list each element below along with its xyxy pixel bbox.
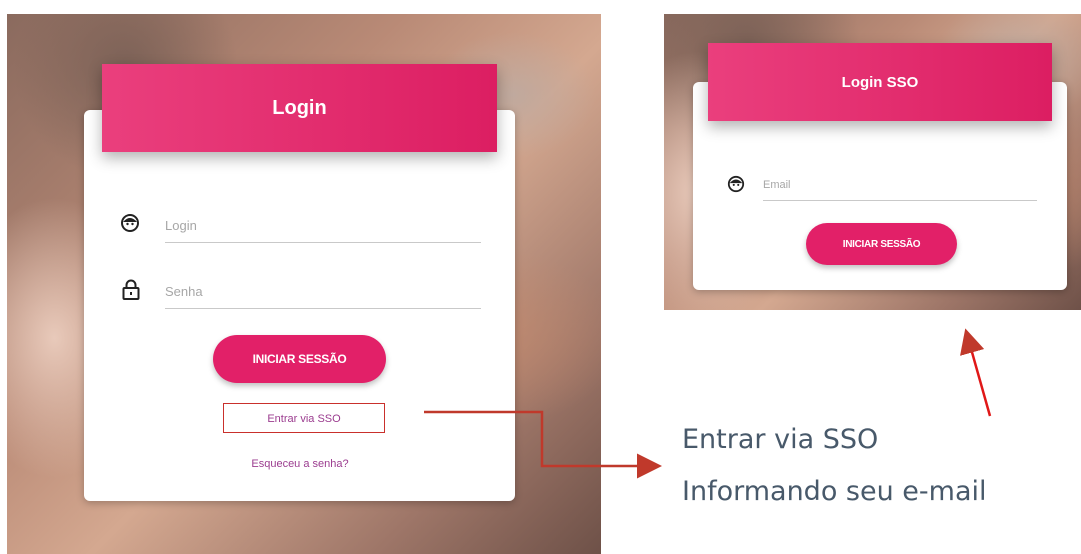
email-input[interactable] [763,170,1037,201]
annotation-line-1: Entrar via SSO [682,424,879,455]
login-input[interactable] [165,208,481,243]
password-input[interactable] [165,274,481,309]
pointer-arrow [960,328,992,417]
sso-card-header: Login SSO [708,43,1052,121]
sso-title: Login SSO [841,73,919,91]
lock-icon [120,278,142,302]
sso-submit-button[interactable]: INICIAR SESSÃO [806,223,957,265]
face-icon [726,174,746,194]
sso-link[interactable]: Entrar via SSO [223,403,385,433]
forgot-password-link[interactable]: Esqueceu a senha? [218,455,382,473]
login-title: Login [272,96,327,119]
login-card-header: Login [102,64,497,152]
annotation-line-2: Informando seu e-mail [682,476,987,507]
login-submit-button[interactable]: INICIAR SESSÃO [213,335,386,383]
face-icon [119,212,141,234]
